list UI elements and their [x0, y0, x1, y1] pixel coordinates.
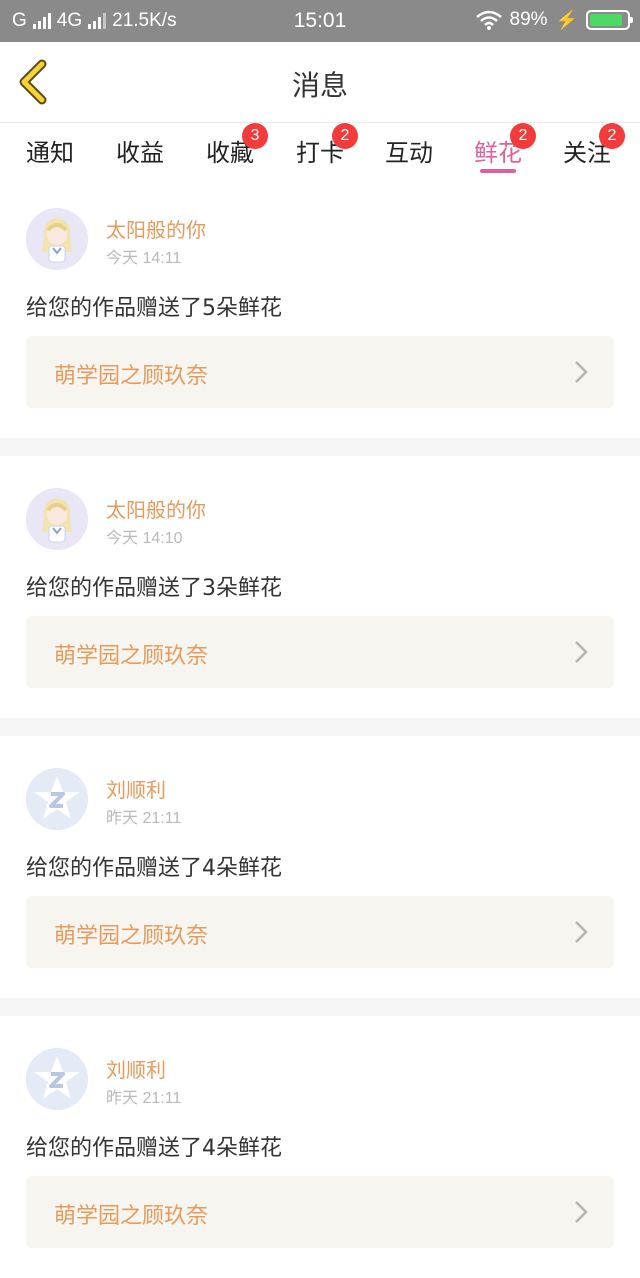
- divider: [0, 718, 640, 736]
- tab-label: 收益: [116, 139, 164, 167]
- message-time: 昨天 21:11: [106, 1090, 182, 1107]
- divider: [0, 438, 640, 456]
- tab-label: 通知: [26, 139, 74, 167]
- avatar[interactable]: [26, 1048, 88, 1110]
- message-text: 给您的作品赠送了4朵鲜花: [26, 856, 282, 881]
- message-card: 刘顺利昨天 21:11 给您的作品赠送了4朵鲜花萌学园之顾玖奈: [0, 1016, 640, 1278]
- status-bar: G 4G 21.5K/s 15:01 89% ⚡: [0, 0, 640, 42]
- message-time: 今天 14:11: [106, 250, 182, 267]
- divider: [0, 998, 640, 1016]
- battery-percent: 89%: [509, 9, 548, 30]
- chevron-right-icon: [575, 1201, 588, 1223]
- message-card: 太阳般的你今天 14:10 给您的作品赠送了3朵鲜花萌学园之顾玖奈: [0, 456, 640, 718]
- tab-badge: 2: [599, 123, 625, 149]
- avatar[interactable]: [26, 208, 88, 270]
- message-text: 给您的作品赠送了3朵鲜花: [26, 576, 282, 601]
- tab-label: 互动: [385, 139, 433, 167]
- tab-3[interactable]: 打卡 2: [296, 123, 358, 168]
- tab-6[interactable]: 关注 2: [563, 123, 625, 168]
- message-text: 给您的作品赠送了4朵鲜花: [26, 1136, 282, 1161]
- tab-badge: 2: [510, 123, 536, 149]
- tab-4[interactable]: 互动: [385, 133, 433, 168]
- chevron-right-icon: [575, 641, 588, 663]
- nav-header: 消息: [0, 42, 640, 122]
- battery-icon: [586, 10, 633, 30]
- sender-name[interactable]: 刘顺利: [106, 1054, 166, 1083]
- message-time: 昨天 21:11: [106, 810, 182, 827]
- message-time: 今天 14:10: [106, 530, 183, 547]
- active-tab-indicator: [480, 169, 516, 173]
- work-title: 萌学园之顾玖奈: [54, 924, 209, 949]
- sender-name[interactable]: 刘顺利: [106, 774, 166, 803]
- chevron-right-icon: [575, 921, 588, 943]
- sender-name[interactable]: 太阳般的你: [106, 494, 206, 523]
- avatar[interactable]: [26, 768, 88, 830]
- sender-name[interactable]: 太阳般的你: [106, 214, 206, 243]
- avatar[interactable]: [26, 488, 88, 550]
- tab-5[interactable]: 鲜花 2: [474, 123, 536, 168]
- work-title: 萌学园之顾玖奈: [54, 364, 209, 389]
- chevron-right-icon: [575, 361, 588, 383]
- tab-badge: 2: [332, 123, 358, 149]
- work-link[interactable]: 萌学园之顾玖奈: [26, 616, 614, 688]
- work-title: 萌学园之顾玖奈: [54, 644, 209, 669]
- tab-0[interactable]: 通知: [26, 133, 74, 168]
- message-list: 太阳般的你 今天 14:11 给您的作品赠送了5朵鲜花 萌学园之顾玖奈 太阳般的你 今天 …: [0, 176, 640, 1278]
- work-title: 萌学园之顾玖奈: [54, 1204, 209, 1229]
- tab-1[interactable]: 收益: [116, 133, 164, 168]
- work-link[interactable]: 萌学园之顾玖奈: [26, 336, 614, 408]
- charging-icon: ⚡: [555, 9, 578, 30]
- message-card: 刘顺利昨天 21:11 给您的作品赠送了4朵鲜花萌学园之顾玖奈: [0, 736, 640, 998]
- page-title: 消息: [291, 69, 348, 102]
- work-link[interactable]: 萌学园之顾玖奈: [26, 896, 614, 968]
- message-text: 给您的作品赠送了5朵鲜花: [26, 296, 282, 321]
- tab-2[interactable]: 收藏 3: [206, 123, 268, 168]
- tab-bar: 通知 收益 收藏 3 打卡 2 互动 鲜花 2 关注 2: [0, 122, 640, 174]
- tab-badge: 3: [242, 123, 268, 149]
- work-link[interactable]: 萌学园之顾玖奈: [26, 1176, 614, 1248]
- wifi-icon: [475, 10, 502, 30]
- message-card: 太阳般的你今天 14:11 给您的作品赠送了5朵鲜花萌学园之顾玖奈: [0, 176, 640, 438]
